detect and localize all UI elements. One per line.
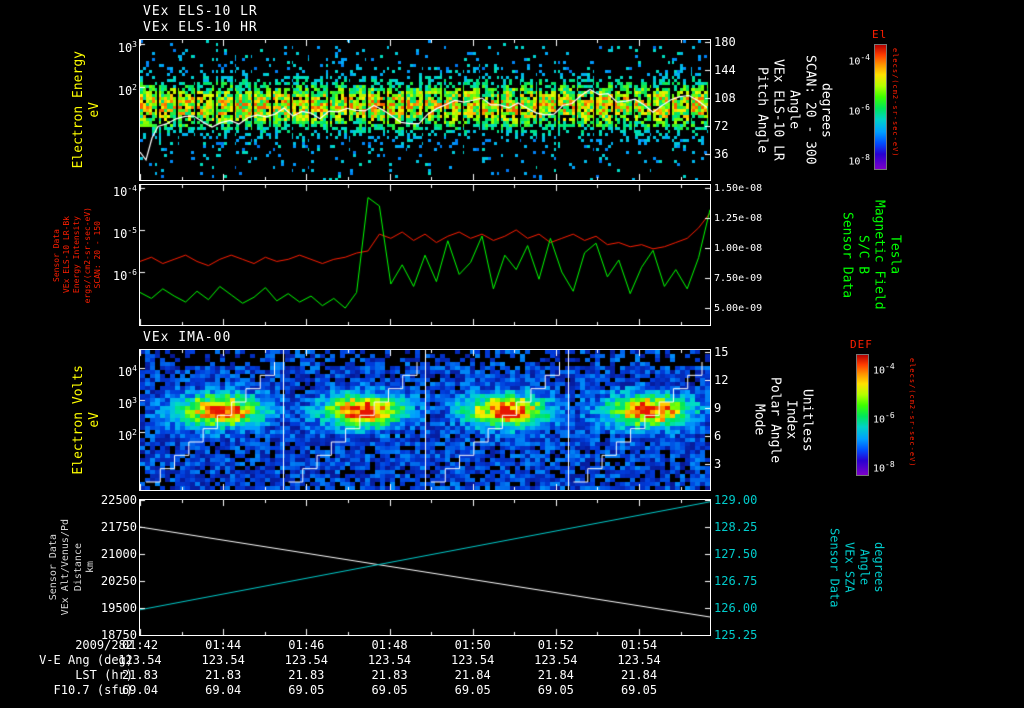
table-cell: 123.54	[201, 653, 245, 667]
table-cell: 69.05	[454, 683, 491, 697]
time-tick-label: 01:50	[454, 638, 491, 652]
table-cell: 69.05	[288, 683, 325, 697]
table-cell: 69.05	[620, 683, 658, 697]
table-cell: 69.04	[205, 683, 242, 697]
table-cell: 123.54	[118, 653, 162, 667]
table-cell: 21.83	[205, 668, 242, 682]
time-tick-label: 01:46	[288, 638, 325, 652]
table-cell: 123.54	[534, 653, 578, 667]
table-cell: 21.84	[620, 668, 658, 682]
table-cell: 21.83	[288, 668, 325, 682]
time-tick-label: 01:54	[620, 638, 658, 652]
table-cell: 123.54	[367, 653, 412, 667]
time-tick-label: 01:42	[121, 638, 159, 652]
table-cell: 21.83	[121, 668, 159, 682]
table-cell: 123.54	[617, 653, 661, 667]
time-axis-and-table: 2009/282 01:42 01:44 01:46 01:48 01:50 01:52 01…	[0, 0, 1024, 708]
table-cell: 123.54	[284, 653, 328, 667]
table-cell: 69.05	[537, 683, 574, 697]
table-cell: 21.83	[371, 668, 408, 682]
table-cell: 69.05	[371, 683, 408, 697]
time-tick-label: 01:48	[371, 638, 408, 652]
table-cell: 21.84	[454, 668, 491, 682]
time-tick-label: 01:52	[537, 638, 574, 652]
time-tick-label: 01:44	[205, 638, 242, 652]
vex-quicklook-plot: VEx ELS-10 LR VEx ELS-10 HR VEx IMA-00 E…	[0, 0, 1024, 708]
table-cell: 123.54	[450, 653, 495, 667]
table-cell: 21.84	[537, 668, 574, 682]
table-cell: 69.04	[121, 683, 159, 697]
